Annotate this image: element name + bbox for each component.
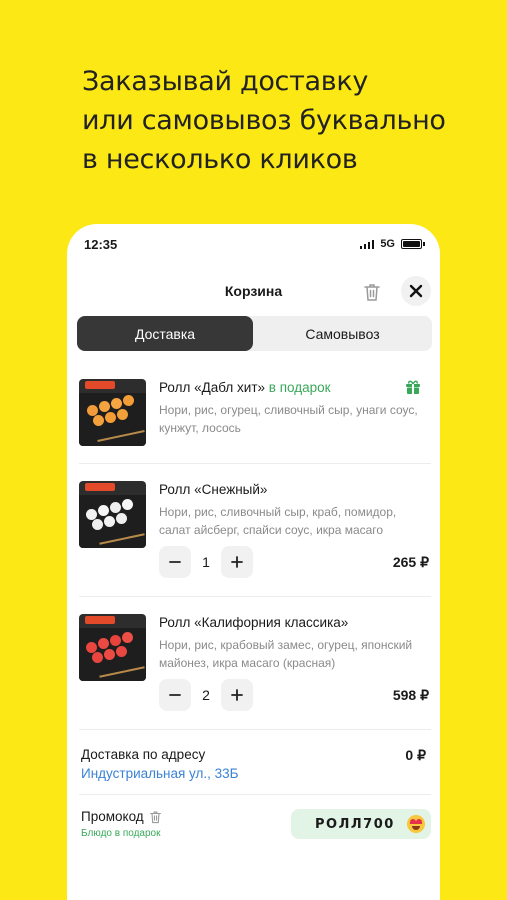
page-title: Корзина	[224, 283, 283, 299]
promo-code-value: РОЛЛ700	[315, 816, 395, 832]
promo-subtitle: Блюдо в подарок	[81, 828, 161, 839]
item-description: Нори, рис, сливочный сыр, краб, помидор,…	[159, 505, 397, 537]
gift-icon	[406, 380, 420, 394]
increase-button[interactable]	[221, 546, 253, 578]
battery-icon	[401, 239, 425, 249]
decrease-button[interactable]	[159, 546, 191, 578]
item-image	[79, 481, 146, 548]
delivery-mode-switch: Доставка Самовывоз	[77, 316, 432, 351]
heart-eyes-emoji-icon	[407, 815, 425, 833]
headline-line-2: или самовывоз буквально	[82, 105, 446, 136]
headline-line-3: в несколько кликов	[82, 144, 358, 175]
promo-code-field[interactable]: РОЛЛ700	[291, 809, 431, 839]
clear-cart-button[interactable]	[363, 282, 381, 302]
increase-button[interactable]	[221, 679, 253, 711]
trash-icon[interactable]	[149, 810, 162, 824]
item-title: Ролл «Калифорния классика»	[159, 615, 349, 630]
decrease-button[interactable]	[159, 679, 191, 711]
promo-headline: Заказывай доставку или самовывоз букваль…	[82, 62, 482, 179]
quantity-stepper: 2	[159, 679, 253, 711]
status-indicators: 5G	[359, 238, 425, 250]
signal-icon	[359, 239, 375, 249]
close-button[interactable]	[401, 276, 431, 306]
status-time: 12:35	[84, 237, 118, 252]
phone-screen: 12:35 5G Корзина Доставка Самовывоз Ролл…	[67, 224, 440, 900]
item-price: 598 ₽	[392, 687, 429, 703]
gift-label: в подарок	[268, 380, 331, 395]
quantity-value: 2	[202, 687, 210, 703]
item-title: Ролл «Снежный»	[159, 482, 268, 497]
quantity-stepper: 1	[159, 546, 253, 578]
item-price: 265 ₽	[392, 554, 429, 570]
divider	[79, 794, 431, 795]
promo-label: Промокод	[81, 809, 162, 824]
promo-title: Промокод	[81, 809, 144, 824]
plus-icon	[231, 556, 243, 568]
delivery-address-link[interactable]: Индустриальная ул., 33Б	[81, 766, 239, 781]
item-name: Ролл «Дабл хит» в подарок	[159, 380, 331, 395]
cart-header: Корзина	[67, 274, 440, 310]
divider	[79, 463, 431, 464]
delivery-price: 0 ₽	[405, 747, 426, 763]
cart-item: Ролл «Калифорния классика» Нори, рис, кр…	[79, 614, 429, 714]
tab-pickup[interactable]: Самовывоз	[253, 316, 432, 351]
item-title: Ролл «Дабл хит»	[159, 380, 266, 395]
network-type: 5G	[380, 238, 395, 250]
minus-icon	[169, 561, 181, 563]
item-description: Нори, рис, огурец, сливочный сыр, унаги …	[159, 403, 418, 435]
item-image	[79, 379, 146, 446]
quantity-value: 1	[202, 554, 210, 570]
status-bar: 12:35 5G	[67, 224, 440, 264]
trash-icon	[364, 284, 380, 301]
minus-icon	[169, 694, 181, 696]
divider	[79, 729, 431, 730]
item-image	[79, 614, 146, 681]
delivery-label: Доставка по адресу	[81, 747, 206, 762]
tab-delivery[interactable]: Доставка	[77, 316, 253, 351]
cart-item: Ролл «Снежный» Нори, рис, сливочный сыр,…	[79, 481, 429, 581]
item-description: Нори, рис, крабовый замес, огурец, японс…	[159, 638, 413, 670]
cart-item: Ролл «Дабл хит» в подарок Нори, рис, огу…	[79, 379, 429, 449]
divider	[79, 596, 431, 597]
close-icon	[409, 284, 423, 298]
headline-line-1: Заказывай доставку	[82, 66, 369, 97]
plus-icon	[231, 689, 243, 701]
